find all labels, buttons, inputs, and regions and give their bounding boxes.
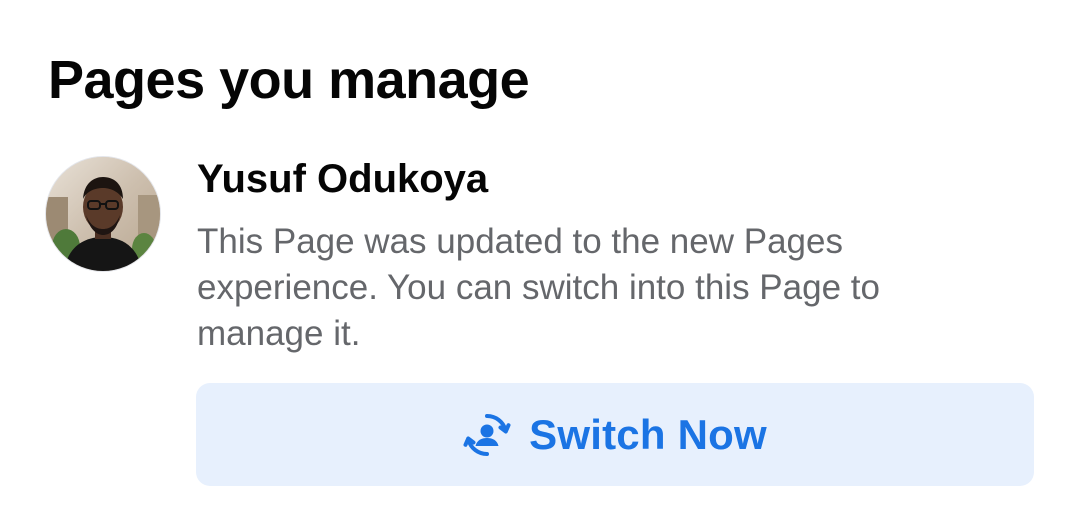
switch-profile-icon [463, 411, 511, 459]
avatar-photo [46, 157, 160, 271]
switch-now-button[interactable]: Switch Now [196, 383, 1034, 486]
page-name[interactable]: Yusuf Odukoya [197, 157, 488, 201]
page-description: This Page was updated to the new Pages e… [197, 222, 880, 353]
section-title: Pages you manage [48, 50, 530, 110]
switch-now-label: Switch Now [529, 410, 767, 458]
page-avatar[interactable] [46, 157, 160, 271]
